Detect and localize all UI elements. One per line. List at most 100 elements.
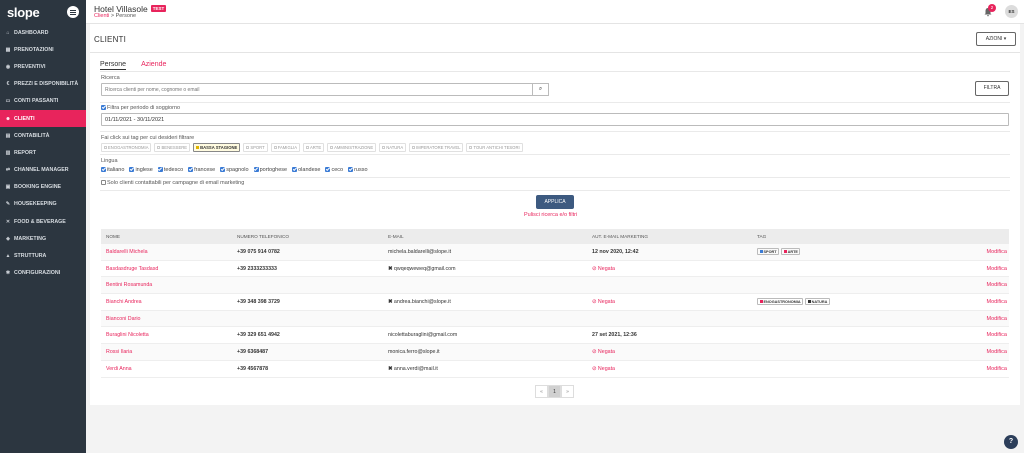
filter-tag-sport[interactable]: SPORT [243, 143, 268, 152]
period-date-range-input[interactable] [101, 113, 1009, 126]
filter-tag-amministrazione[interactable]: AMMINISTRAZIONE [327, 143, 377, 152]
client-name-link[interactable]: Verdi Anna [106, 366, 132, 372]
tab-persone[interactable]: Persone [100, 61, 127, 70]
filter-tag-imperatore-travel[interactable]: IMPERATORE TRAVEL [409, 143, 464, 152]
notifications-count-badge: 2 [988, 4, 996, 12]
column-header-email[interactable]: E-MAIL [388, 234, 592, 239]
cell-name: Buraglini Nicoletta [101, 332, 237, 338]
email-text: nicolettaburaglini@gmail.com [388, 332, 458, 339]
language-checkbox[interactable] [188, 167, 194, 172]
sidebar-item-clienti[interactable]: ☻ CLIENTI [0, 109, 86, 128]
menu-toggle-icon[interactable] [67, 6, 79, 18]
client-name-link[interactable]: Bianchi Andrea [106, 299, 142, 305]
period-filter-checkbox[interactable] [101, 105, 106, 110]
client-name-link[interactable]: Rossi Ilaria [106, 349, 132, 355]
sidebar-item-prezzi-e-disponibilita[interactable]: € PREZZI E DISPONIBILITÀ [0, 76, 86, 93]
client-name-link[interactable]: Bianconi Dario [106, 316, 140, 322]
filter-tag-label: ENOGASTRONOMIA [108, 145, 149, 150]
sidebar-item-prenotazioni[interactable]: ▦ PRENOTAZIONI [0, 41, 86, 58]
sidebar-item-booking-engine[interactable]: ▣ BOOKING ENGINE [0, 179, 86, 196]
language-ceco[interactable]: ceco [325, 167, 343, 173]
column-header-marketing[interactable]: AUT. E-MAIL MARKETING [592, 234, 757, 239]
sidebar-item-struttura[interactable]: ▲ STRUTTURA [0, 247, 86, 264]
modifica-link[interactable]: Modifica [987, 266, 1007, 272]
modifica-link[interactable]: Modifica [987, 366, 1007, 372]
tag-checkbox-icon [412, 146, 416, 149]
sidebar-item-conti-passanti[interactable]: ▭ CONTI PASSANTI [0, 93, 86, 110]
filter-tag-label: FAMIGLIA [277, 145, 298, 150]
sidebar-item-label: BOOKING ENGINE [14, 184, 62, 191]
sidebar-prezzi-e-disponibilita-icon: € [6, 81, 10, 88]
column-header-telefono[interactable]: NUMERO TELEFONICO [237, 234, 388, 239]
sidebar-item-preventivi[interactable]: ◉ PREVENTIVI [0, 58, 86, 75]
sidebar-item-dashboard[interactable]: ⌂ DASHBOARD [0, 24, 86, 41]
marketing-only-checkbox[interactable] [101, 180, 106, 185]
language-checkbox[interactable] [253, 167, 259, 172]
column-header-nome[interactable]: NOME [101, 234, 237, 239]
language-checkbox[interactable] [129, 167, 135, 172]
language-inglese[interactable]: inglese [129, 167, 153, 173]
language-checkbox[interactable] [220, 167, 226, 172]
sidebar-item-label: PREZZI E DISPONIBILITÀ [14, 81, 79, 88]
language-italiano[interactable]: italiano [101, 167, 124, 173]
search-input[interactable] [101, 83, 533, 96]
language-checkbox[interactable] [292, 167, 298, 172]
azioni-dropdown-button[interactable]: AZIONI ▾ [976, 32, 1016, 46]
language-checkbox[interactable] [348, 167, 354, 172]
modifica-link[interactable]: Modifica [987, 349, 1007, 355]
applica-button[interactable]: APPLICA [536, 195, 574, 209]
sidebar-food-beverage-icon: ✕ [5, 218, 11, 225]
pagination-page-1[interactable]: 1 [548, 385, 561, 398]
client-name-link[interactable]: Basdasdruge Tasdasd [106, 266, 158, 272]
language-francese[interactable]: francese [188, 167, 215, 173]
column-header-tag: TAG [757, 234, 767, 239]
filter-tag-bassa-stagione[interactable]: BASSA STAGIONE [193, 143, 241, 152]
sidebar-housekeeping-icon: ✎ [5, 201, 11, 208]
tag-color-icon [783, 250, 787, 254]
filter-tag-label: NATURA [386, 145, 404, 150]
tag-checkbox-icon [306, 146, 310, 149]
search-button[interactable]: ⌕ [532, 83, 549, 96]
sidebar-item-channel-manager[interactable]: ⇄ CHANNEL MANAGER [0, 162, 86, 179]
language-tedesco[interactable]: tedesco [157, 167, 183, 173]
filter-tag-arte[interactable]: ARTE [303, 143, 325, 152]
filter-tag-benessere[interactable]: BENESSERE [154, 143, 191, 152]
sidebar-item-configurazioni[interactable]: ✱ CONFIGURAZIONI [0, 265, 86, 282]
filter-tag-enogastronomia[interactable]: ENOGASTRONOMIA [101, 143, 152, 152]
modifica-link[interactable]: Modifica [987, 249, 1007, 255]
client-name-link[interactable]: Bentini Rosamunda [106, 282, 152, 288]
sidebar-item-food-beverage[interactable]: ✕ FOOD & BEVERAGE [0, 213, 86, 230]
modifica-link[interactable]: Modifica [987, 316, 1007, 322]
language-portoghese[interactable]: portoghese [253, 167, 287, 173]
language-checkbox[interactable] [101, 167, 106, 172]
filter-tag-natura[interactable]: NATURA [379, 143, 407, 152]
filtra-button[interactable]: FILTRA [975, 81, 1009, 96]
user-avatar[interactable]: ES [1005, 5, 1018, 18]
pagination-prev[interactable]: « [535, 385, 548, 398]
help-button[interactable]: ? [1004, 435, 1018, 449]
modifica-link[interactable]: Modifica [987, 299, 1007, 305]
sidebar-item-contabilita[interactable]: ▤ CONTABILITÀ [0, 127, 86, 144]
clear-filters-link[interactable]: Pulisci ricerca e/o filtri [524, 212, 577, 218]
language-checkbox[interactable] [325, 167, 331, 172]
client-name-link[interactable]: Baldarelli Michela [106, 249, 148, 255]
cell-name: Verdi Anna [101, 366, 237, 372]
client-name-link[interactable]: Buraglini Nicoletta [106, 332, 149, 338]
slope-logo[interactable]: slope [7, 5, 40, 20]
language-checkbox[interactable] [157, 167, 163, 172]
sidebar-item-marketing[interactable]: ◈ MARKETING [0, 230, 86, 247]
sidebar-item-housekeeping[interactable]: ✎ HOUSEKEEPING [0, 196, 86, 213]
language-spagnolo[interactable]: spagnolo [220, 167, 249, 173]
breadcrumb-clienti[interactable]: Clienti [94, 13, 109, 19]
tab-aziende[interactable]: Aziende [141, 61, 166, 70]
modifica-link[interactable]: Modifica [987, 332, 1007, 338]
pagination-next[interactable]: » [561, 385, 574, 398]
filter-tag-famiglia[interactable]: FAMIGLIA [270, 143, 301, 152]
modifica-link[interactable]: Modifica [987, 282, 1007, 288]
sidebar-item-report[interactable]: ▥ REPORT [0, 144, 86, 161]
language-russo[interactable]: russo [348, 167, 368, 173]
language-olandese[interactable]: olandese [292, 167, 320, 173]
filter-tag-tour-antichi-tesori[interactable]: TOUR ANTICHI TESORI [466, 143, 523, 152]
table-row: Rossi Ilaria +39 6368487 monica.ferro@slop… [101, 344, 1009, 361]
search-icon: ⌕ [538, 86, 543, 92]
